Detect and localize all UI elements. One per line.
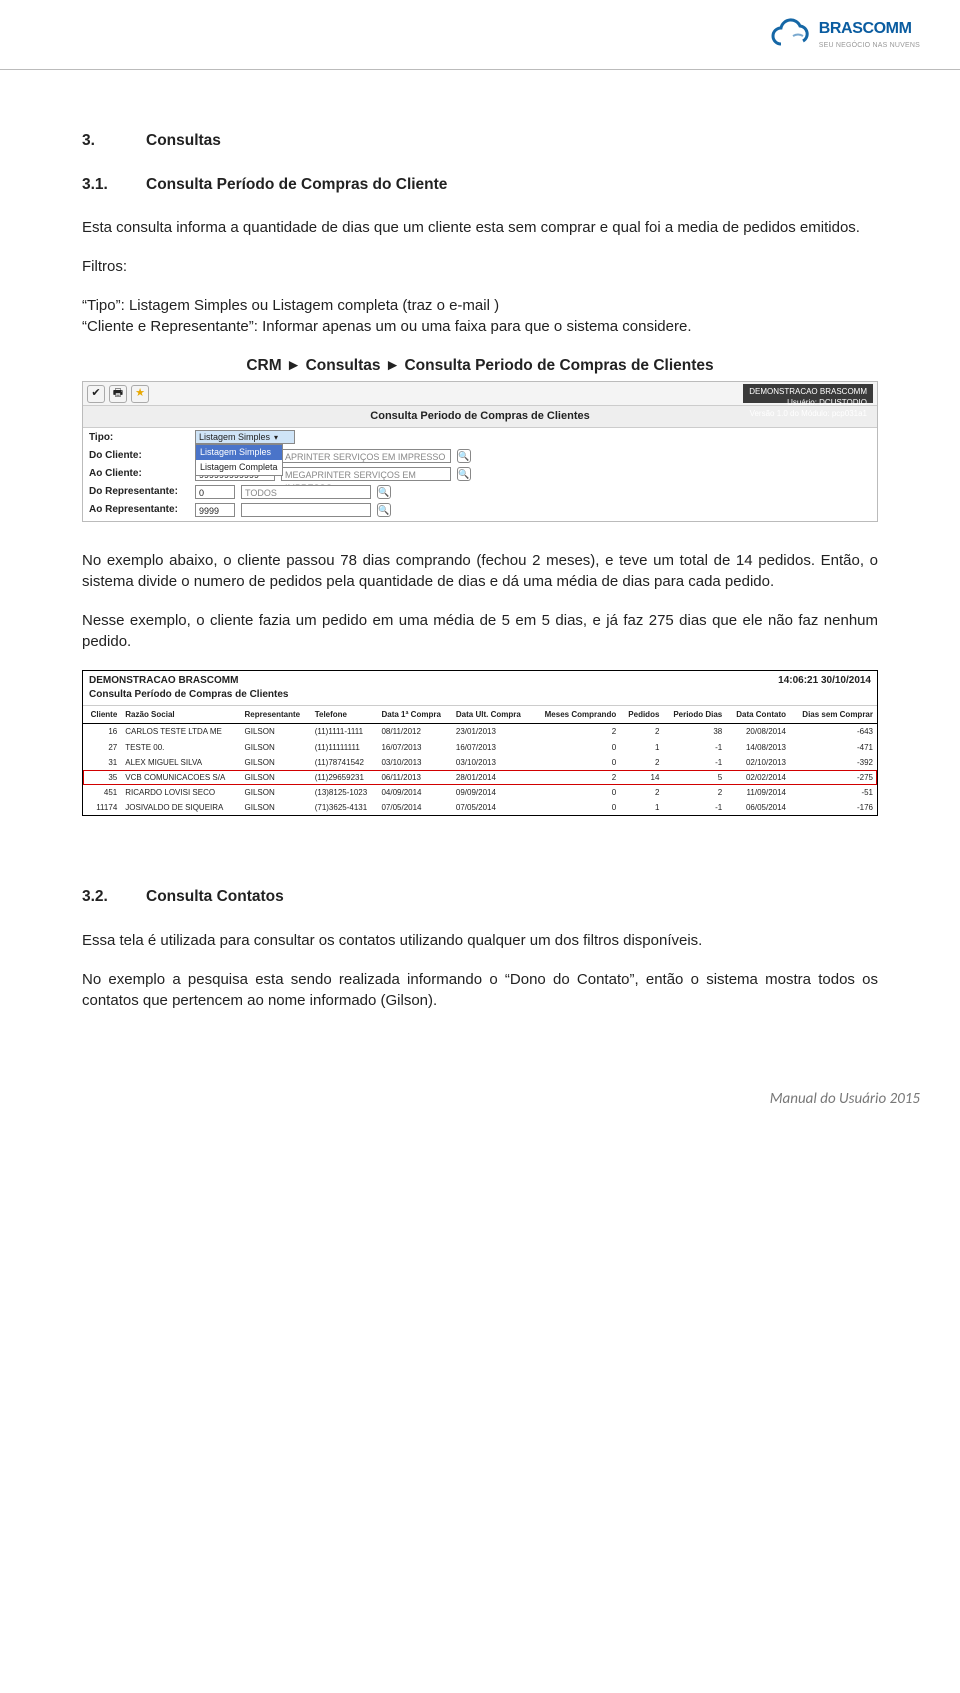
confirm-icon[interactable]: ✔ <box>87 385 105 403</box>
page-header: BRASCOMM SEU NEGÓCIO NAS NUVENS <box>0 0 960 70</box>
table-row: 16CARLOS TESTE LTDA MEGILSON(11)1111-111… <box>83 724 877 740</box>
sys-version: Versão 1.0 do Módulo: pcp031a1 <box>749 408 867 419</box>
paragraph: “Tipo”: Listagem Simples ou Listagem com… <box>82 295 878 337</box>
tipo-select[interactable]: Listagem Simples <box>195 430 295 444</box>
do-cliente-descr[interactable]: APRINTER SERVIÇOS EM IMPRESSO <box>281 449 451 463</box>
sys-env: DEMONSTRACAO BRASCOMM <box>749 386 867 397</box>
search-icon[interactable]: 🔍 <box>377 503 391 517</box>
paragraph: No exemplo abaixo, o cliente passou 78 d… <box>82 550 878 592</box>
table-row: 11174JOSIVALDO DE SIQUEIRAGILSON(71)3625… <box>83 800 877 815</box>
search-icon[interactable]: 🔍 <box>457 449 471 463</box>
print-icon[interactable]: 🖶 <box>109 385 127 403</box>
table-row: 35VCB COMUNICACOES S/AGILSON(11)29659231… <box>83 770 877 785</box>
ao-cliente-descr[interactable]: MEGAPRINTER SERVIÇOS EM IMPRESSO <box>281 467 451 481</box>
section-3-heading: 3. Consultas <box>82 130 878 152</box>
table-row: 31ALEX MIGUEL SILVAGILSON(11)7874154203/… <box>83 755 877 770</box>
report-env: DEMONSTRACAO BRASCOMM <box>89 674 288 688</box>
table-row: 451RICARDO LOVISI SECOGILSON(13)8125-102… <box>83 785 877 800</box>
table-col: Pedidos <box>620 706 663 724</box>
table-col: Razão Social <box>121 706 240 724</box>
ao-rep-label: Ao Representante: <box>89 503 189 517</box>
nav-breadcrumb: CRM ► Consultas ► Consulta Periodo de Co… <box>82 355 878 377</box>
paragraph: Essa tela é utilizada para consultar os … <box>82 930 878 951</box>
table-col: Dias sem Comprar <box>790 706 877 724</box>
do-rep-descr[interactable]: TODOS <box>241 485 371 499</box>
search-icon[interactable]: 🔍 <box>457 467 471 481</box>
brand-tagline: SEU NEGÓCIO NAS NUVENS <box>819 41 920 51</box>
report-screenshot: DEMONSTRACAO BRASCOMM Consulta Período d… <box>82 670 878 816</box>
section-3-2-heading: 3.2. Consulta Contatos <box>82 886 878 908</box>
section-3-1-heading: 3.1. Consulta Período de Compras do Clie… <box>82 174 878 196</box>
document-body: 3. Consultas 3.1. Consulta Período de Co… <box>0 70 960 1011</box>
tipo-label: Tipo: <box>89 431 189 445</box>
table-col: Telefone <box>311 706 378 724</box>
table-col: Data 1ª Compra <box>377 706 451 724</box>
table-col: Cliente <box>83 706 121 724</box>
brand-logo: BRASCOMM SEU NEGÓCIO NAS NUVENS <box>769 18 920 52</box>
ao-rep-code[interactable]: 9999 <box>195 503 235 517</box>
paragraph: Nesse exemplo, o cliente fazia um pedido… <box>82 610 878 652</box>
search-icon[interactable]: 🔍 <box>377 485 391 499</box>
do-cliente-label: Do Cliente: <box>89 449 189 463</box>
favorite-icon[interactable]: ★ <box>131 385 149 403</box>
filter-screenshot: ✔ 🖶 ★ DEMONSTRACAO BRASCOMM Usuário: DCU… <box>82 381 878 522</box>
tipo-options[interactable]: Listagem Simples Listagem Completa <box>195 444 283 475</box>
do-rep-code[interactable]: 0 <box>195 485 235 499</box>
report-title: Consulta Período de Compras de Clientes <box>89 688 288 702</box>
page-footer: Manual do Usuário 2015 <box>0 1029 960 1110</box>
table-col: Meses Comprando <box>532 706 620 724</box>
table-col: Data Contato <box>726 706 790 724</box>
do-rep-label: Do Representante: <box>89 485 189 499</box>
paragraph: Esta consulta informa a quantidade de di… <box>82 217 878 238</box>
table-col: Representante <box>241 706 311 724</box>
sys-user: Usuário: DCUSTODIO <box>749 397 867 408</box>
filters-heading: Filtros: <box>82 256 878 277</box>
table-col: Data Ult. Compra <box>452 706 532 724</box>
ao-cliente-label: Ao Cliente: <box>89 467 189 481</box>
report-table: ClienteRazão SocialRepresentanteTelefone… <box>83 706 877 815</box>
paragraph: No exemplo a pesquisa esta sendo realiza… <box>82 969 878 1011</box>
brand-name: BRASCOMM <box>819 18 920 40</box>
report-timestamp: 14:06:21 30/10/2014 <box>778 674 871 702</box>
cloud-icon <box>769 18 813 52</box>
table-col: Periodo Dias <box>663 706 726 724</box>
ao-rep-descr[interactable] <box>241 503 371 517</box>
table-row: 27TESTE 00.GILSON(11)1111111116/07/20131… <box>83 740 877 755</box>
